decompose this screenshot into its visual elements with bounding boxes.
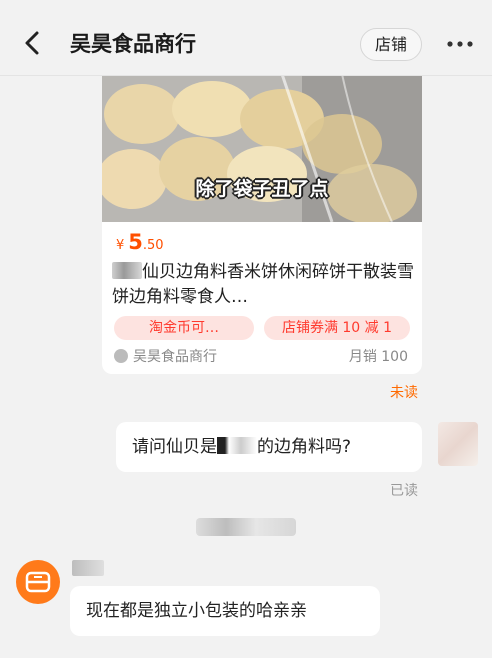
product-card[interactable]: 除了袋子丑了点 ¥5.50 仙贝边角料香米饼休闲碎饼干散装雪饼边角料零食人… 淘… [102,74,422,374]
shop-line: 吴昊食品商行 [114,346,217,366]
shop-icon [114,349,128,363]
shop-name: 吴昊食品商行 [133,349,217,365]
read-status: 已读 [390,483,418,499]
shop-avatar[interactable] [16,560,60,604]
top-bar: 吴昊食品商行 店铺 [0,0,492,76]
incoming-message[interactable]: 现在都是独立小包装的哈亲亲 [70,586,380,636]
chevron-left-icon[interactable] [20,30,46,56]
unread-status: 未读 [390,385,418,401]
chat-title: 吴昊食品商行 [70,32,196,56]
outgoing-suffix: 的边角料吗? [257,437,352,457]
shop-logo-icon [25,571,51,593]
redacted-text [217,437,257,454]
more-dots-icon[interactable] [445,30,475,56]
product-price: ¥5.50 [116,230,164,254]
tag-taojinbi: 淘金币可… [114,316,254,340]
shop-button[interactable]: 店铺 [360,28,422,61]
outgoing-prefix: 请问仙贝是 [132,437,217,457]
monthly-sales: 月销 100 [348,349,408,365]
redacted-text [112,262,142,279]
product-title: 仙贝边角料香米饼休闲碎饼干散装雪饼边角料零食人… [112,260,414,310]
tag-coupon: 店铺券满 10 减 1 [264,316,410,340]
price-currency: ¥ [116,238,125,253]
price-integer: 5 [128,230,143,254]
product-image: 除了袋子丑了点 [102,74,422,222]
outgoing-message[interactable]: 请问仙贝是 的边角料吗? [116,422,422,472]
image-caption: 除了袋子丑了点 [195,178,329,200]
sender-name-blurred [72,560,104,576]
user-avatar[interactable] [438,422,478,466]
product-title-text: 仙贝边角料香米饼休闲碎饼干散装雪饼边角料零食人… [112,262,414,307]
blurred-timestamp [196,518,296,536]
price-decimal: .50 [142,238,164,253]
